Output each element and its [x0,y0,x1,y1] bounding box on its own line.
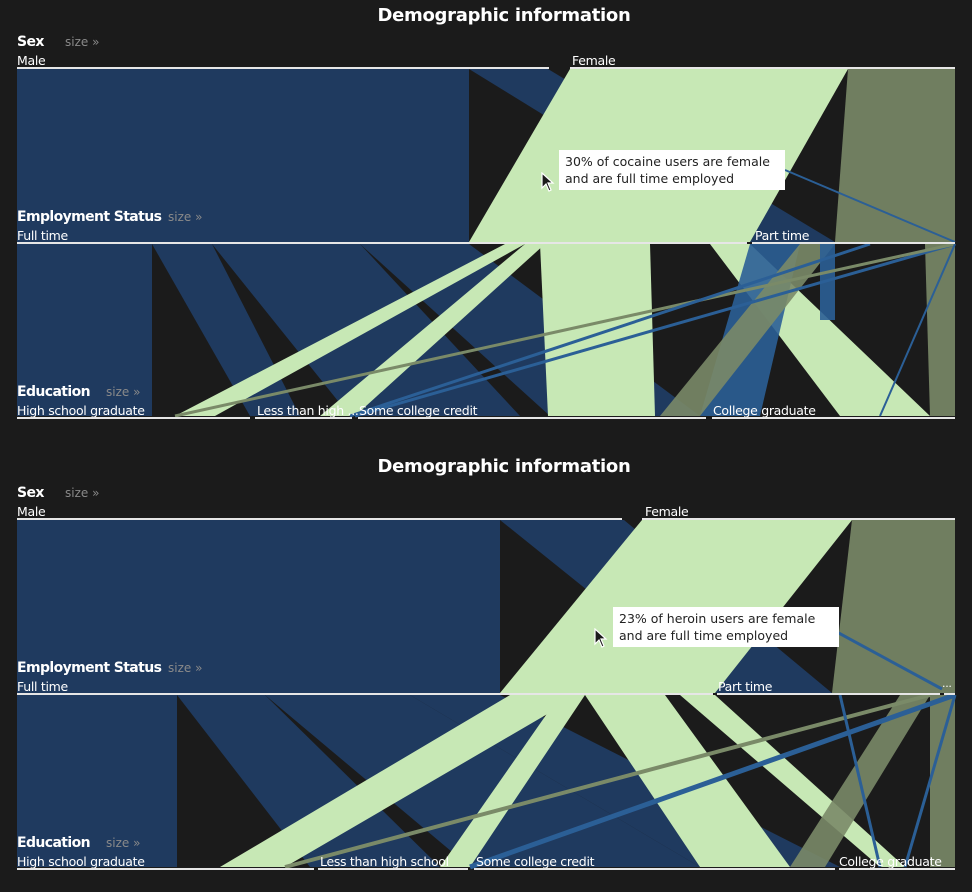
category-college-graduate[interactable]: College graduate [839,854,942,869]
axis-line-college [839,868,955,870]
category-female[interactable]: Female [645,504,689,519]
panel-title: Demographic information [377,5,631,26]
category-less-than-hs[interactable]: Less than high ... [257,403,359,418]
tooltip: 30% of cocaine users are female and are … [559,150,785,190]
dimension-education[interactable]: Education [17,384,91,400]
size-link-education[interactable]: size » [106,836,140,850]
dimension-sex[interactable]: Sex [17,34,44,50]
axis-line-male [17,67,549,69]
axis-line-hs [17,417,250,419]
dimension-education[interactable]: Education [17,835,91,851]
panel-title: Demographic information [377,456,631,477]
axis-line-college [712,417,955,419]
size-link-sex[interactable]: size » [65,486,99,500]
category-college-graduate[interactable]: College graduate [713,403,816,418]
axis-line-male [17,518,622,520]
category-male[interactable]: Male [17,504,46,519]
category-male[interactable]: Male [17,53,46,68]
axis-line-other [944,693,955,695]
tooltip: 23% of heroin users are female and are f… [613,607,839,647]
axis-line-female [570,67,955,69]
category-hs-graduate[interactable]: High school graduate [17,403,145,418]
dimension-sex[interactable]: Sex [17,485,44,501]
axis-line-part-time [752,242,955,244]
axis-line-hs [17,868,314,870]
ribbon-pt-female-college[interactable] [925,244,955,416]
category-some-college[interactable]: Some college credit [359,403,478,418]
arrow-cursor-icon [594,628,608,648]
dimension-employment[interactable]: Employment Status [17,660,162,676]
axis-line-less [255,417,352,419]
category-other-ellipsis[interactable]: ... [942,677,952,690]
ribbon-pt-female-college[interactable] [930,695,955,867]
axis-line-full-time [17,693,713,695]
axis-line-some [474,868,835,870]
category-part-time[interactable]: Part time [718,679,773,694]
axis-line-female [642,518,955,520]
category-full-time[interactable]: Full time [17,679,68,694]
parallel-sets-panel-cocaine: Demographic information Sex size » Male … [0,0,972,441]
axis-line-less [318,868,468,870]
category-less-than-hs[interactable]: Less than high school [320,854,449,869]
axis-line-part-time [717,693,940,695]
category-hs-graduate[interactable]: High school graduate [17,854,145,869]
category-female[interactable]: Female [572,53,616,68]
size-link-education[interactable]: size » [106,385,140,399]
category-part-time[interactable]: Part time [755,228,810,243]
dimension-employment[interactable]: Employment Status [17,209,162,225]
axis-line-full-time [17,242,747,244]
category-some-college[interactable]: Some college credit [476,854,595,869]
parallel-sets-panel-heroin: Demographic information Sex size » Male … [0,451,972,892]
size-link-employment[interactable]: size » [168,210,202,224]
axis-line-some [358,417,706,419]
category-full-time[interactable]: Full time [17,228,68,243]
arrow-cursor-icon [541,172,555,192]
ribbon-female-parttime[interactable] [832,520,955,693]
size-link-sex[interactable]: size » [65,35,99,49]
size-link-employment[interactable]: size » [168,661,202,675]
ribbon-female-some[interactable] [540,244,655,416]
